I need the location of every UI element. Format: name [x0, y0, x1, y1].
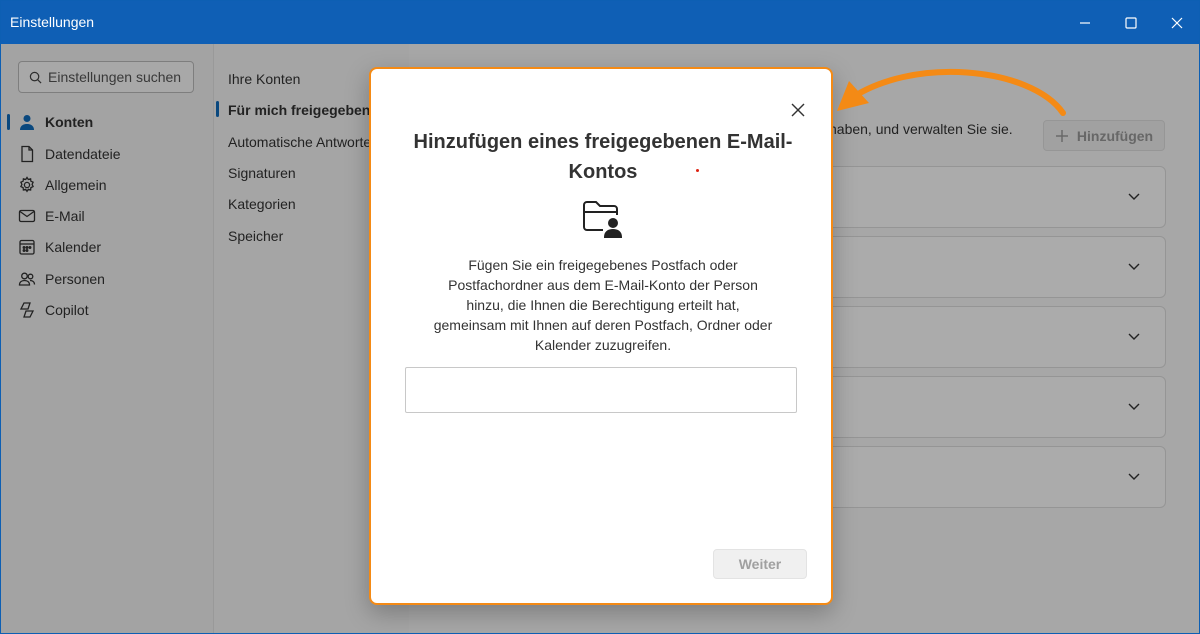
window-close-button[interactable] — [1154, 1, 1199, 44]
email-address-field[interactable] — [405, 367, 797, 413]
dialog-title: Hinzufügen eines freigegebenen E-Mail-Ko… — [413, 131, 793, 183]
marker-dot — [696, 169, 699, 172]
minimize-icon — [1080, 21, 1090, 24]
add-shared-account-dialog: Hinzufügen eines freigegebenen E-Mail-Ko… — [369, 67, 833, 605]
maximize-icon — [1125, 16, 1137, 29]
title-bar: Einstellungen — [1, 1, 1199, 44]
settings-window: Einstellungen Einstellungen suchen Konte… — [0, 0, 1200, 634]
dialog-body-text: Fügen Sie ein freigegebenes Postfach ode… — [433, 257, 773, 353]
dialog-close-button[interactable] — [787, 99, 809, 121]
window-title: Einstellungen — [10, 14, 95, 30]
minimize-button[interactable] — [1062, 1, 1108, 44]
close-icon — [1171, 17, 1183, 28]
close-icon — [791, 103, 805, 117]
next-button[interactable]: Weiter — [713, 549, 807, 579]
annotation-arrow-icon — [837, 68, 1066, 116]
maximize-button[interactable] — [1108, 1, 1154, 44]
shared-folder-icon — [583, 201, 623, 238]
